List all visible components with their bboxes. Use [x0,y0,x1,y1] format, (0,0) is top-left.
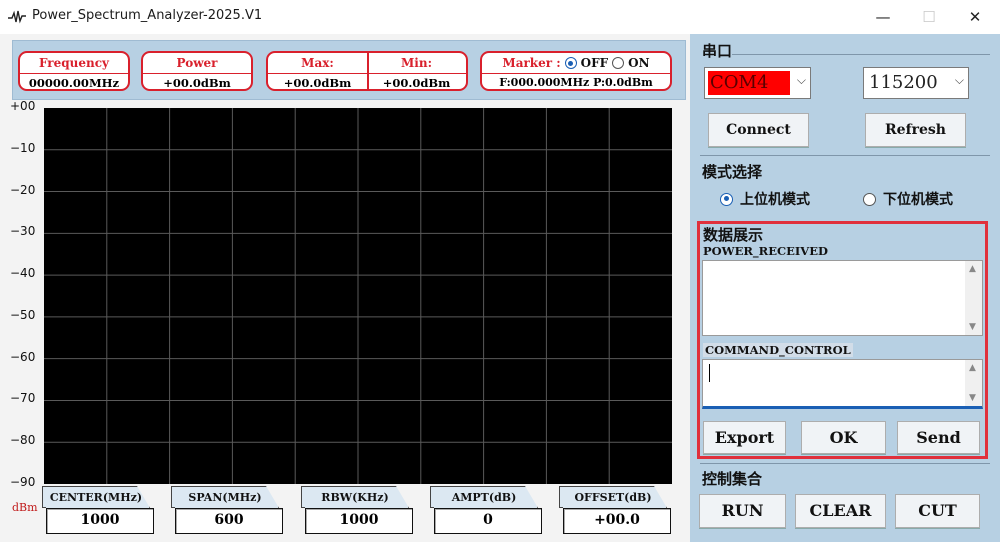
serial-section-title: 串口 [702,42,733,60]
close-button[interactable]: ✕ [952,0,998,34]
app-waveform-icon [8,10,26,24]
marker-on-radio[interactable] [612,57,625,69]
chevron-down-icon: ⌵ [796,73,806,87]
param-label: RBW(KHz) [301,486,409,508]
marker-on-label: ON [628,56,650,70]
param-value-field[interactable]: 1000 [46,508,154,534]
plot-grid [44,108,672,484]
max-value: +00.0dBm [268,73,367,89]
maximize-button[interactable]: ☐ [906,0,952,34]
control-sidebar: 串口 COM4 ⌵ 115200 ⌵ Connect Refresh 模式选择 … [690,34,1000,542]
marker-label: Marker : [502,56,561,70]
power-label: Power [176,56,218,70]
marker-header: Marker : OFF ON [482,53,670,73]
send-button[interactable]: Send [897,421,980,454]
y-tick-label: −10 [10,140,36,155]
param-value-field[interactable]: 1000 [305,508,413,534]
mode-lower-label: 下位机模式 [883,192,953,208]
param-label: OFFSET(dB) [559,486,667,508]
ok-button[interactable]: OK [801,421,886,454]
max-min-divider [367,53,369,89]
readout-bar: Frequency 00000.00MHz Power +00.0dBm Max… [12,40,686,100]
marker-value: F:000.000MHz P:0.0dBm [482,73,670,89]
param-value-field[interactable]: 600 [175,508,283,534]
mode-lower-radio[interactable]: 下位机模式 [863,189,953,209]
received-textarea[interactable]: ▲ ▼ [702,260,983,336]
main-panel: Frequency 00000.00MHz Power +00.0dBm Max… [0,34,1000,542]
command-label: COMMAND_CONTROL [703,343,853,357]
command-input[interactable]: ▲ ▼ [702,359,983,409]
received-label: POWER_RECEIVED [703,244,828,258]
refresh-button[interactable]: Refresh [865,113,966,147]
marker-off-label: OFF [580,56,609,70]
y-tick-label: +00 [10,99,36,113]
baud-select-value: 115200 [869,72,938,93]
minimize-button[interactable]: — [860,0,906,34]
port-select-value: COM4 [708,71,790,95]
data-section-title: 数据展示 [703,226,764,244]
run-button[interactable]: RUN [699,494,786,528]
marker-off-radio[interactable] [564,57,577,69]
y-tick-label: −20 [10,182,36,197]
spectrum-plot[interactable] [44,108,672,484]
param-rbw: RBW(KHz) 1000 [301,486,413,534]
frequency-label: Frequency [38,56,110,70]
param-offset: OFFSET(dB) +00.0 [559,486,671,534]
power-readout: Power +00.0dBm [141,51,253,91]
param-span: SPAN(MHz) 600 [171,486,283,534]
text-cursor [709,364,710,382]
param-center: CENTER(MHz) 1000 [42,486,154,534]
min-value: +00.0dBm [367,73,466,89]
clear-button[interactable]: CLEAR [795,494,886,528]
export-button[interactable]: Export [703,421,786,454]
spectrum-chart: +00 −10 −20 −30 −40 −50 −60 −70 −80 −90 dBm [0,99,690,514]
y-tick-label: −30 [10,224,36,239]
scroll-up-icon[interactable]: ▲ [969,264,976,274]
y-tick-label: −70 [10,391,36,406]
window-title: Power_Spectrum_Analyzer-2025.V1 [32,8,263,23]
command-scrollbar[interactable]: ▲ ▼ [965,360,982,406]
y-tick-label: −40 [10,266,36,281]
connect-button[interactable]: Connect [708,113,809,147]
param-label: SPAN(MHz) [171,486,279,508]
y-tick-label: −50 [10,307,36,322]
scroll-down-icon[interactable]: ▼ [969,322,976,332]
scroll-down-icon[interactable]: ▼ [969,393,976,403]
mode-section-title: 模式选择 [702,163,763,181]
mode-upper-radio[interactable]: 上位机模式 [720,189,810,209]
chevron-down-icon: ⌵ [954,73,964,87]
frequency-readout: Frequency 00000.00MHz [18,51,130,91]
mode-lower-radio-dot [863,192,876,206]
y-tick-label: −90 [10,475,36,489]
serial-divider [732,54,990,55]
param-label: AMPT(dB) [430,486,538,508]
port-select[interactable]: COM4 ⌵ [704,67,811,99]
y-axis-unit: dBm [12,501,38,514]
control-section-title: 控制集合 [702,470,763,488]
section-divider [700,155,990,156]
max-min-readout: Max: Min: +00.0dBm +00.0dBm [266,51,468,91]
cut-button[interactable]: CUT [895,494,980,528]
y-tick-label: −60 [10,349,36,364]
frequency-value: 00000.00MHz [20,73,128,89]
scroll-up-icon[interactable]: ▲ [969,363,976,373]
marker-readout: Marker : OFF ON F:000.000MHz P:0.0dBm [480,51,672,91]
param-ampt: AMPT(dB) 0 [430,486,542,534]
min-label: Min: [401,56,432,70]
param-label: CENTER(MHz) [42,486,150,508]
data-display-frame: 数据展示 POWER_RECEIVED ▲ ▼ COMMAND_CONTROL … [697,221,988,459]
max-label: Max: [301,56,334,70]
y-tick-label: −80 [10,433,36,448]
baud-select[interactable]: 115200 ⌵ [863,67,969,99]
mode-upper-radio-dot [720,192,733,206]
power-value: +00.0dBm [143,73,251,89]
mode-upper-label: 上位机模式 [740,192,810,208]
title-bar: Power_Spectrum_Analyzer-2025.V1 — ☐ ✕ [0,0,1000,34]
received-scrollbar[interactable]: ▲ ▼ [965,261,982,335]
section-divider [700,463,990,464]
param-value-field[interactable]: +00.0 [563,508,671,534]
param-value-field[interactable]: 0 [434,508,542,534]
